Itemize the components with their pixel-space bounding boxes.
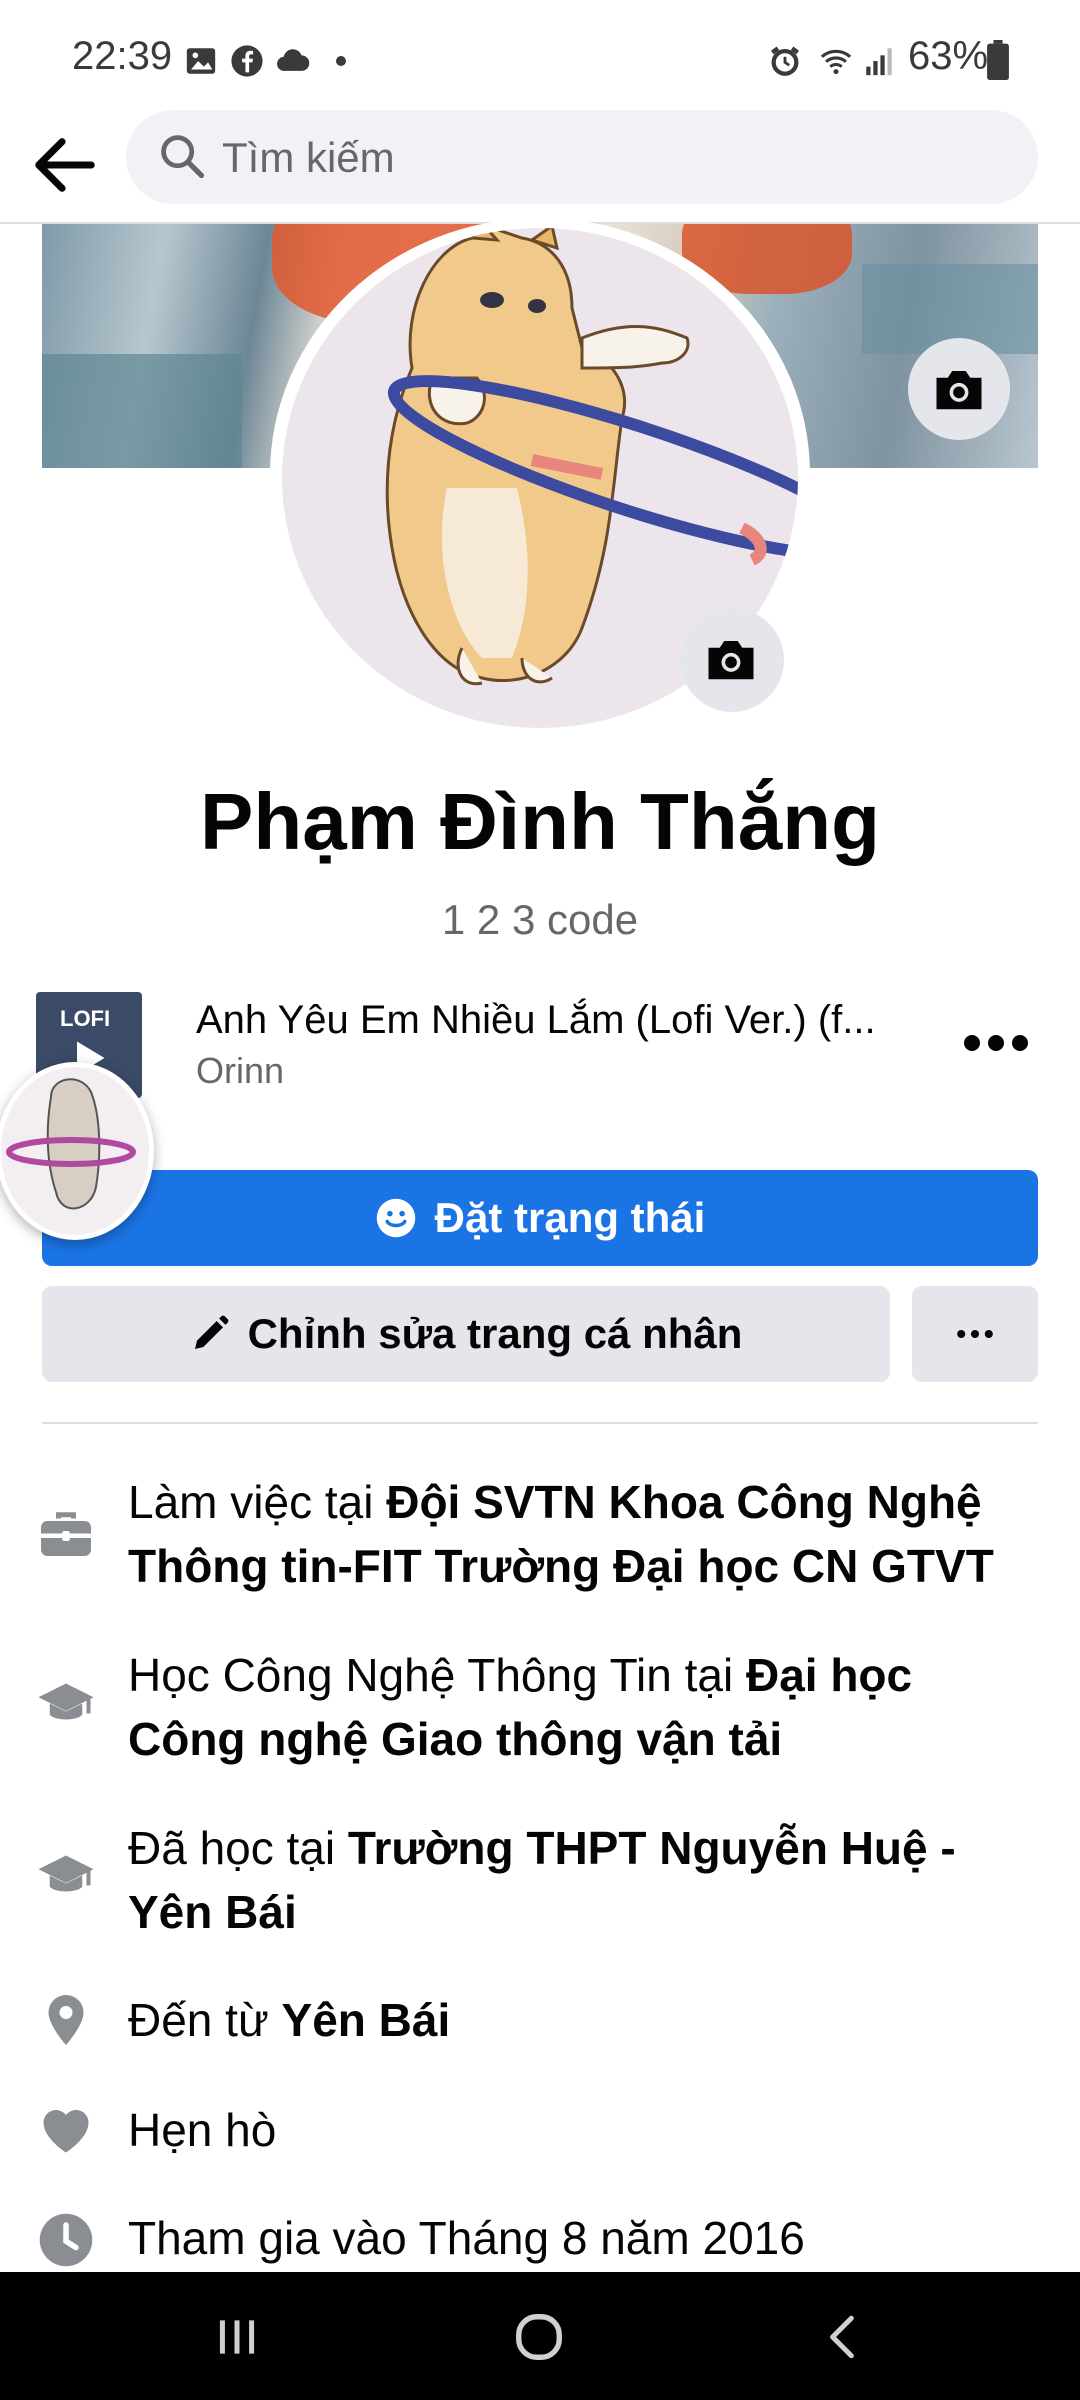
briefcase-icon bbox=[41, 1512, 91, 1556]
music-artist: Orinn bbox=[196, 1050, 285, 1091]
edit-profile-picture-button[interactable] bbox=[680, 608, 784, 712]
set-status-label: Đặt trạng thái bbox=[434, 1194, 706, 1241]
detail-hometown-value: Yên Bái bbox=[281, 1994, 451, 2046]
camera-icon bbox=[708, 641, 754, 680]
detail-study[interactable]: Học Công Nghệ Thông Tin tại Đại học Công… bbox=[128, 1643, 1028, 1771]
top-header: Tìm kiếm bbox=[0, 110, 1080, 224]
edit-cover-photo-button[interactable] bbox=[908, 338, 1010, 440]
profile-bio: 1 2 3 code bbox=[441, 896, 639, 943]
notification-dot-icon bbox=[336, 56, 346, 66]
edit-profile-button[interactable]: Chỉnh sửa trang cá nhân bbox=[42, 1286, 890, 1382]
detail-hometown-prefix: Đến từ bbox=[128, 1994, 282, 2046]
recent-apps-icon[interactable] bbox=[212, 2312, 262, 2362]
status-time: 22:39 bbox=[72, 34, 173, 78]
camera-icon bbox=[936, 371, 982, 410]
edit-profile-label: Chỉnh sửa trang cá nhân bbox=[247, 1310, 743, 1357]
profile-more-options-button[interactable] bbox=[912, 1286, 1038, 1382]
search-input[interactable]: Tìm kiếm bbox=[126, 110, 1038, 204]
detail-joined-label: Tham gia vào Tháng 8 năm 2016 bbox=[128, 2212, 805, 2264]
detail-workplace[interactable]: Làm việc tại Đội SVTN Khoa Công Nghệ Thô… bbox=[128, 1470, 1028, 1598]
wifi-icon bbox=[820, 49, 852, 75]
battery-icon bbox=[987, 40, 1009, 80]
detail-dating[interactable]: Hẹn hò bbox=[128, 2098, 1028, 2162]
cat-avatar-icon bbox=[6, 1078, 136, 1210]
pencil-icon bbox=[194, 1315, 228, 1349]
detail-high-school-prefix: Đã học tại bbox=[128, 1822, 348, 1874]
chat-head-avatar[interactable] bbox=[0, 1062, 154, 1240]
location-pin-icon bbox=[48, 1995, 84, 2045]
detail-joined: Tham gia vào Tháng 8 năm 2016 bbox=[128, 2206, 1028, 2270]
music-thumb-label: LOFI bbox=[60, 1006, 111, 1031]
smiley-icon bbox=[376, 1198, 415, 1238]
profile-name: Phạm Đình Thắng bbox=[200, 777, 880, 866]
cloud-icon bbox=[277, 49, 310, 71]
back-arrow-icon[interactable] bbox=[30, 130, 100, 200]
detail-dating-label: Hẹn hò bbox=[128, 2104, 277, 2156]
detail-high-school[interactable]: Đã học tại Trường THPT Nguyễn Huệ - Yên … bbox=[128, 1816, 1028, 1944]
graduation-cap-icon bbox=[38, 1683, 94, 1720]
detail-study-prefix: Học Công Nghệ Thông Tin tại bbox=[128, 1649, 746, 1701]
search-icon bbox=[161, 135, 205, 179]
battery-percentage: 63% bbox=[908, 34, 989, 78]
home-icon[interactable] bbox=[512, 2310, 566, 2364]
music-title[interactable]: Anh Yêu Em Nhiều Lắm (Lofi Ver.) (f... bbox=[196, 998, 916, 1043]
graduation-cap-icon bbox=[38, 1855, 94, 1892]
clock-icon bbox=[39, 2213, 93, 2267]
system-navigation-bar bbox=[0, 2272, 1080, 2400]
gallery-icon bbox=[186, 48, 216, 74]
section-divider bbox=[42, 1422, 1038, 1424]
signal-icon bbox=[866, 48, 892, 76]
set-status-button[interactable]: Đặt trạng thái bbox=[42, 1170, 1038, 1266]
facebook-icon bbox=[231, 45, 263, 77]
alarm-icon bbox=[770, 46, 800, 76]
music-more-options-icon[interactable] bbox=[956, 1018, 1036, 1068]
heart-icon bbox=[43, 2110, 89, 2153]
search-placeholder: Tìm kiếm bbox=[222, 134, 395, 181]
status-bar: 22:39 63% bbox=[0, 0, 1080, 110]
back-nav-icon[interactable] bbox=[818, 2310, 868, 2364]
detail-workplace-prefix: Làm việc tại bbox=[128, 1476, 387, 1528]
detail-hometown[interactable]: Đến từ Yên Bái bbox=[128, 1988, 1028, 2052]
more-dots-icon bbox=[957, 1329, 993, 1339]
